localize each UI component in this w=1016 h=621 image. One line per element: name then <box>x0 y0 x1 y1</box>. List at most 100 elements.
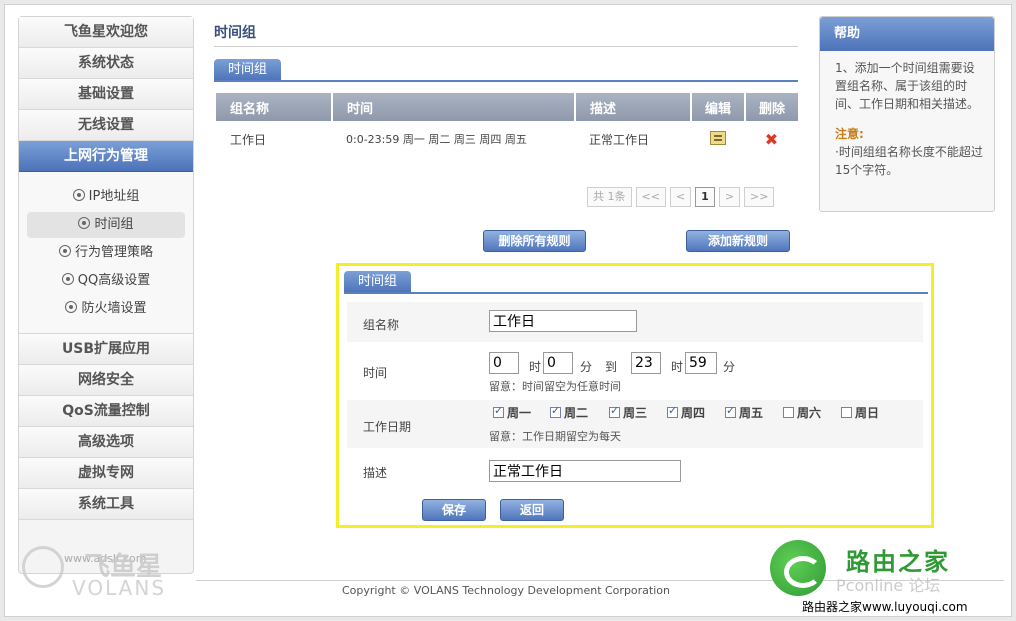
help-note-text: ·时间组组名称长度不能超过15个字符。 <box>835 145 983 177</box>
radio-bullet-icon <box>58 245 71 257</box>
nav-wireless-settings[interactable]: 无线设置 <box>19 110 193 141</box>
form-tab-underline <box>344 292 928 294</box>
tab-time-group-list[interactable]: 时间组 <box>214 59 282 81</box>
nav-qos[interactable]: QoS流量控制 <box>19 396 193 427</box>
time-hint: 留意：时间留空为任意时间 <box>489 380 621 393</box>
start-minute-input[interactable] <box>543 352 573 374</box>
group-name-input[interactable] <box>489 310 637 332</box>
table-row: 工作日 0:0-23:59 周一 周二 周三 周四 周五 正常工作日 ✖ <box>216 121 798 157</box>
title-divider <box>214 46 798 47</box>
checkbox-checked-icon[interactable] <box>550 404 561 418</box>
pager-total: 共 1条 <box>587 187 632 207</box>
save-button[interactable]: 保存 <box>422 499 486 521</box>
tab-time-group-form[interactable]: 时间组 <box>344 271 412 293</box>
col-edit: 编辑 <box>691 93 746 121</box>
checkbox-checked-icon[interactable] <box>493 404 504 418</box>
row-time: 时间 时 分 到 时 分 留意：时间留空为任意时间 <box>347 346 923 394</box>
subnav-behavior-policy[interactable]: 行为管理策略 <box>27 240 185 266</box>
nav-welcome[interactable]: 飞鱼星欢迎您 <box>19 17 193 48</box>
cell-time: 0:0-23:59 周一 周二 周三 周四 周五 <box>346 133 527 146</box>
row-description: 描述 <box>347 454 923 490</box>
start-hour-input[interactable] <box>489 352 519 374</box>
description-input[interactable] <box>489 460 681 482</box>
day-sunday[interactable]: 周日 <box>841 404 879 421</box>
volans-logo: www.adslr.com 飞鱼星 VOLANS <box>22 540 172 600</box>
help-note-title: 注意: <box>835 127 864 141</box>
col-time: 时间 <box>332 93 576 121</box>
start-minute-unit: 分 <box>580 360 593 374</box>
nav-system-status[interactable]: 系统状态 <box>19 48 193 79</box>
cell-group-name: 工作日 <box>230 132 267 147</box>
nav-usb[interactable]: USB扩展应用 <box>19 334 193 365</box>
checkbox-checked-icon[interactable] <box>725 404 736 418</box>
edit-icon[interactable] <box>710 130 726 145</box>
nav-vpn[interactable]: 虚拟专网 <box>19 458 193 489</box>
back-button[interactable]: 返回 <box>500 499 564 521</box>
tab-underline <box>214 80 798 82</box>
checkbox-checked-icon[interactable] <box>609 404 620 418</box>
table-header-row: 组名称 时间 描述 编辑 删除 <box>216 93 798 121</box>
help-body: 1、添加一个时间组需要设置组名称、属于该组的时间、工作日期和相关描述。 注意: … <box>820 51 994 179</box>
end-hour-unit: 时 <box>671 360 684 374</box>
pagination: 共 1条 << < 1 > >> <box>587 187 775 207</box>
delete-icon[interactable]: ✖ <box>765 130 778 149</box>
watermark-url: 路由器之家www.luyouqi.com <box>800 598 970 615</box>
col-delete: 删除 <box>745 93 798 121</box>
pager-last-button[interactable]: >> <box>744 187 775 207</box>
time-label: 时间 <box>363 366 388 380</box>
description-label: 描述 <box>363 466 388 480</box>
end-minute-input[interactable] <box>685 352 717 374</box>
add-new-rule-button[interactable]: 添加新规则 <box>686 230 790 252</box>
cell-delete: ✖ <box>745 121 798 157</box>
nav-network-security[interactable]: 网络安全 <box>19 365 193 396</box>
delete-all-rules-button[interactable]: 删除所有规则 <box>483 230 586 252</box>
subnav-firewall[interactable]: 防火墙设置 <box>27 296 185 322</box>
subnav-time-group[interactable]: 时间组 <box>27 212 185 238</box>
day-tuesday[interactable]: 周二 <box>550 404 588 421</box>
cell-edit <box>691 121 745 157</box>
end-minute-unit: 分 <box>723 360 736 374</box>
help-panel: 帮助 1、添加一个时间组需要设置组名称、属于该组的时间、工作日期和相关描述。 注… <box>819 16 995 212</box>
checkbox-unchecked-icon[interactable] <box>783 407 794 418</box>
watermark-faint: Pconline 论坛 <box>836 576 941 595</box>
nav-behavior-management[interactable]: 上网行为管理 <box>19 141 193 172</box>
day-friday[interactable]: 周五 <box>725 404 763 421</box>
checkbox-unchecked-icon[interactable] <box>841 407 852 418</box>
subnav-ip-group[interactable]: IP地址组 <box>27 184 185 210</box>
workdays-hint: 留意：工作日期留空为每天 <box>489 430 621 443</box>
checkbox-checked-icon[interactable] <box>667 404 678 418</box>
pager-next-button[interactable]: > <box>718 187 741 207</box>
time-group-table: 组名称 时间 描述 编辑 删除 工作日 0:0-23:59 周一 周二 周三 周… <box>216 93 798 157</box>
pager-current-page[interactable]: 1 <box>695 187 715 207</box>
day-monday[interactable]: 周一 <box>493 404 531 421</box>
nav-system-tools[interactable]: 系统工具 <box>19 489 193 520</box>
cell-desc: 正常工作日 <box>589 132 650 147</box>
col-desc: 描述 <box>575 93 692 121</box>
help-text: 1、添加一个时间组需要设置组名称、属于该组的时间、工作日期和相关描述。 <box>835 61 980 111</box>
pager-first-button[interactable]: << <box>635 187 666 207</box>
nav-basic-settings[interactable]: 基础设置 <box>19 79 193 110</box>
row-workdays: 工作日期 周一 周二 周三 周四 周五 周六 周日 留意：工作日期留空为每天 <box>347 400 923 448</box>
start-hour-unit: 时 <box>529 360 542 374</box>
end-hour-input[interactable] <box>631 352 661 374</box>
sidebar: 飞鱼星欢迎您 系统状态 基础设置 无线设置 上网行为管理 IP地址组 时间组 行… <box>18 16 194 574</box>
pager-prev-button[interactable]: < <box>669 187 692 207</box>
volans-mark-icon <box>22 546 64 588</box>
row-group-name: 组名称 <box>347 302 923 342</box>
time-group-form: 时间组 组名称 时间 时 分 到 时 分 留意：时间留空为任意时间 工作日期 周… <box>336 263 934 528</box>
subnav-qq-advanced[interactable]: QQ高级设置 <box>27 268 185 294</box>
radio-bullet-icon <box>65 301 78 313</box>
copyright: Copyright © VOLANS Technology Developmen… <box>342 584 670 597</box>
nav-advanced[interactable]: 高级选项 <box>19 427 193 458</box>
page-title: 时间组 <box>214 25 256 41</box>
day-wednesday[interactable]: 周三 <box>609 404 647 421</box>
col-group-name: 组名称 <box>216 93 333 121</box>
radio-bullet-icon <box>72 189 85 201</box>
workdays-label: 工作日期 <box>363 420 412 434</box>
day-saturday[interactable]: 周六 <box>783 404 821 421</box>
group-name-label: 组名称 <box>363 318 400 332</box>
luyouzhijia-logo-icon <box>770 540 826 596</box>
radio-bullet-icon <box>78 217 91 229</box>
day-thursday[interactable]: 周四 <box>667 404 705 421</box>
help-title: 帮助 <box>820 17 994 51</box>
